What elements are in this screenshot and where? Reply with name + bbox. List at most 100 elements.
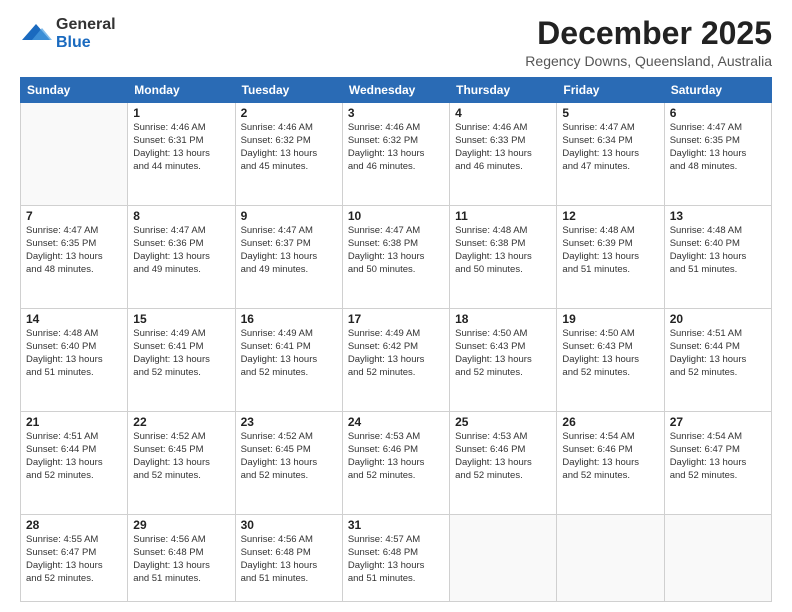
day-number: 28 bbox=[26, 518, 122, 532]
cell-info: Sunrise: 4:56 AM Sunset: 6:48 PM Dayligh… bbox=[241, 534, 337, 585]
calendar-cell: 13 Sunrise: 4:48 AM Sunset: 6:40 PM Dayli… bbox=[664, 206, 771, 309]
cell-info: Sunrise: 4:51 AM Sunset: 6:44 PM Dayligh… bbox=[26, 431, 122, 482]
weekday-header-wednesday: Wednesday bbox=[342, 78, 449, 103]
logo-blue: Blue bbox=[56, 34, 91, 51]
day-number: 18 bbox=[455, 312, 551, 326]
day-number: 4 bbox=[455, 106, 551, 120]
day-number: 6 bbox=[670, 106, 766, 120]
day-number: 17 bbox=[348, 312, 444, 326]
day-number: 14 bbox=[26, 312, 122, 326]
cell-info: Sunrise: 4:48 AM Sunset: 6:40 PM Dayligh… bbox=[26, 328, 122, 379]
day-number: 24 bbox=[348, 415, 444, 429]
cell-info: Sunrise: 4:53 AM Sunset: 6:46 PM Dayligh… bbox=[348, 431, 444, 482]
weekday-header-friday: Friday bbox=[557, 78, 664, 103]
calendar-cell: 18 Sunrise: 4:50 AM Sunset: 6:43 PM Dayli… bbox=[450, 309, 557, 412]
day-number: 15 bbox=[133, 312, 229, 326]
cell-info: Sunrise: 4:47 AM Sunset: 6:34 PM Dayligh… bbox=[562, 122, 658, 173]
calendar-cell: 9Sunrise: 4:47 AM Sunset: 6:37 PM Daylig… bbox=[235, 206, 342, 309]
cell-info: Sunrise: 4:52 AM Sunset: 6:45 PM Dayligh… bbox=[241, 431, 337, 482]
cell-info: Sunrise: 4:46 AM Sunset: 6:31 PM Dayligh… bbox=[133, 122, 229, 173]
calendar-cell: 12 Sunrise: 4:48 AM Sunset: 6:39 PM Dayli… bbox=[557, 206, 664, 309]
calendar-cell: 23 Sunrise: 4:52 AM Sunset: 6:45 PM Dayli… bbox=[235, 412, 342, 515]
cell-info: Sunrise: 4:48 AM Sunset: 6:40 PM Dayligh… bbox=[670, 225, 766, 276]
cell-info: Sunrise: 4:53 AM Sunset: 6:46 PM Dayligh… bbox=[455, 431, 551, 482]
calendar-cell: 29Sunrise: 4:56 AM Sunset: 6:48 PM Dayli… bbox=[128, 515, 235, 602]
calendar-cell bbox=[557, 515, 664, 602]
week-row-3: 14 Sunrise: 4:48 AM Sunset: 6:40 PM Dayli… bbox=[21, 309, 772, 412]
calendar-cell: 8 Sunrise: 4:47 AM Sunset: 6:36 PM Daylig… bbox=[128, 206, 235, 309]
calendar-page: General Blue December 2025 Regency Downs… bbox=[0, 0, 792, 612]
calendar-cell: 17 Sunrise: 4:49 AM Sunset: 6:42 PM Dayli… bbox=[342, 309, 449, 412]
day-number: 21 bbox=[26, 415, 122, 429]
cell-info: Sunrise: 4:47 AM Sunset: 6:38 PM Dayligh… bbox=[348, 225, 444, 276]
calendar-cell: 11 Sunrise: 4:48 AM Sunset: 6:38 PM Dayli… bbox=[450, 206, 557, 309]
calendar-cell: 21 Sunrise: 4:51 AM Sunset: 6:44 PM Dayli… bbox=[21, 412, 128, 515]
day-number: 27 bbox=[670, 415, 766, 429]
weekday-header-saturday: Saturday bbox=[664, 78, 771, 103]
day-number: 8 bbox=[133, 209, 229, 223]
day-number: 3 bbox=[348, 106, 444, 120]
day-number: 7 bbox=[26, 209, 122, 223]
calendar-cell: 28 Sunrise: 4:55 AM Sunset: 6:47 PM Dayli… bbox=[21, 515, 128, 602]
calendar-cell: 6 Sunrise: 4:47 AM Sunset: 6:35 PM Daylig… bbox=[664, 103, 771, 206]
day-number: 12 bbox=[562, 209, 658, 223]
cell-info: Sunrise: 4:48 AM Sunset: 6:39 PM Dayligh… bbox=[562, 225, 658, 276]
calendar-cell bbox=[21, 103, 128, 206]
day-number: 2 bbox=[241, 106, 337, 120]
cell-info: Sunrise: 4:46 AM Sunset: 6:33 PM Dayligh… bbox=[455, 122, 551, 173]
logo-general: General bbox=[56, 16, 116, 33]
weekday-header-tuesday: Tuesday bbox=[235, 78, 342, 103]
month-title: December 2025 bbox=[525, 16, 772, 51]
cell-info: Sunrise: 4:56 AM Sunset: 6:48 PM Dayligh… bbox=[133, 534, 229, 585]
weekday-header-sunday: Sunday bbox=[21, 78, 128, 103]
calendar-cell: 27 Sunrise: 4:54 AM Sunset: 6:47 PM Dayli… bbox=[664, 412, 771, 515]
cell-info: Sunrise: 4:49 AM Sunset: 6:41 PM Dayligh… bbox=[241, 328, 337, 379]
week-row-1: 1Sunrise: 4:46 AM Sunset: 6:31 PM Daylig… bbox=[21, 103, 772, 206]
cell-info: Sunrise: 4:54 AM Sunset: 6:46 PM Dayligh… bbox=[562, 431, 658, 482]
calendar-cell: 25 Sunrise: 4:53 AM Sunset: 6:46 PM Dayli… bbox=[450, 412, 557, 515]
day-number: 22 bbox=[133, 415, 229, 429]
calendar-cell: 22Sunrise: 4:52 AM Sunset: 6:45 PM Dayli… bbox=[128, 412, 235, 515]
calendar-cell: 4 Sunrise: 4:46 AM Sunset: 6:33 PM Daylig… bbox=[450, 103, 557, 206]
calendar-cell: 2Sunrise: 4:46 AM Sunset: 6:32 PM Daylig… bbox=[235, 103, 342, 206]
title-block: December 2025 Regency Downs, Queensland,… bbox=[525, 16, 772, 69]
weekday-header-monday: Monday bbox=[128, 78, 235, 103]
calendar-cell: 14 Sunrise: 4:48 AM Sunset: 6:40 PM Dayli… bbox=[21, 309, 128, 412]
logo: General Blue bbox=[20, 16, 116, 52]
day-number: 11 bbox=[455, 209, 551, 223]
header: General Blue December 2025 Regency Downs… bbox=[20, 16, 772, 69]
cell-info: Sunrise: 4:49 AM Sunset: 6:41 PM Dayligh… bbox=[133, 328, 229, 379]
week-row-2: 7Sunrise: 4:47 AM Sunset: 6:35 PM Daylig… bbox=[21, 206, 772, 309]
day-number: 25 bbox=[455, 415, 551, 429]
calendar-cell: 30Sunrise: 4:56 AM Sunset: 6:48 PM Dayli… bbox=[235, 515, 342, 602]
cell-info: Sunrise: 4:48 AM Sunset: 6:38 PM Dayligh… bbox=[455, 225, 551, 276]
cell-info: Sunrise: 4:47 AM Sunset: 6:35 PM Dayligh… bbox=[670, 122, 766, 173]
day-number: 23 bbox=[241, 415, 337, 429]
calendar-cell bbox=[450, 515, 557, 602]
calendar-cell bbox=[664, 515, 771, 602]
cell-info: Sunrise: 4:49 AM Sunset: 6:42 PM Dayligh… bbox=[348, 328, 444, 379]
week-row-5: 28 Sunrise: 4:55 AM Sunset: 6:47 PM Dayli… bbox=[21, 515, 772, 602]
cell-info: Sunrise: 4:47 AM Sunset: 6:36 PM Dayligh… bbox=[133, 225, 229, 276]
day-number: 19 bbox=[562, 312, 658, 326]
week-row-4: 21 Sunrise: 4:51 AM Sunset: 6:44 PM Dayli… bbox=[21, 412, 772, 515]
day-number: 26 bbox=[562, 415, 658, 429]
cell-info: Sunrise: 4:46 AM Sunset: 6:32 PM Dayligh… bbox=[348, 122, 444, 173]
cell-info: Sunrise: 4:55 AM Sunset: 6:47 PM Dayligh… bbox=[26, 534, 122, 585]
cell-info: Sunrise: 4:47 AM Sunset: 6:37 PM Dayligh… bbox=[241, 225, 337, 276]
day-number: 31 bbox=[348, 518, 444, 532]
calendar-cell: 15 Sunrise: 4:49 AM Sunset: 6:41 PM Dayli… bbox=[128, 309, 235, 412]
weekday-header-row: SundayMondayTuesdayWednesdayThursdayFrid… bbox=[21, 78, 772, 103]
location-subtitle: Regency Downs, Queensland, Australia bbox=[525, 53, 772, 69]
calendar-cell: 20Sunrise: 4:51 AM Sunset: 6:44 PM Dayli… bbox=[664, 309, 771, 412]
weekday-header-thursday: Thursday bbox=[450, 78, 557, 103]
day-number: 13 bbox=[670, 209, 766, 223]
cell-info: Sunrise: 4:50 AM Sunset: 6:43 PM Dayligh… bbox=[562, 328, 658, 379]
logo-icon bbox=[20, 22, 52, 46]
calendar-cell: 10Sunrise: 4:47 AM Sunset: 6:38 PM Dayli… bbox=[342, 206, 449, 309]
cell-info: Sunrise: 4:54 AM Sunset: 6:47 PM Dayligh… bbox=[670, 431, 766, 482]
cell-info: Sunrise: 4:50 AM Sunset: 6:43 PM Dayligh… bbox=[455, 328, 551, 379]
day-number: 5 bbox=[562, 106, 658, 120]
calendar-cell: 31Sunrise: 4:57 AM Sunset: 6:48 PM Dayli… bbox=[342, 515, 449, 602]
calendar-cell: 7Sunrise: 4:47 AM Sunset: 6:35 PM Daylig… bbox=[21, 206, 128, 309]
